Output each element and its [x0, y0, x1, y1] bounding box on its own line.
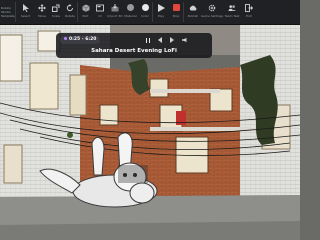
publish-button[interactable]: Publish [184, 0, 202, 24]
stop-icon [172, 3, 181, 12]
brand-line-3: Template [1, 14, 15, 18]
play-icon [157, 3, 166, 12]
color-label: Color [141, 14, 149, 18]
playback-time: 0:25 - 6:20 [60, 36, 101, 44]
pause-icon [146, 37, 150, 43]
settings-icon [208, 3, 217, 12]
game-settings-label: Game Settings [200, 14, 224, 18]
move-tool-button[interactable]: Move [35, 0, 49, 24]
import-3d-button[interactable]: Import 3D [107, 0, 123, 24]
playing-indicator-dot [64, 37, 67, 40]
studio-brand: Roblox Studio Template [0, 0, 15, 24]
part-label: Part [82, 14, 89, 18]
team-test-label: Team Test [224, 14, 240, 18]
play-button[interactable]: Play [153, 0, 169, 24]
rotate-icon [66, 3, 75, 12]
color-icon [141, 3, 150, 12]
ui-label: UI [98, 14, 102, 18]
import-label: Import 3D [107, 14, 123, 18]
game-settings-button[interactable]: Game Settings [200, 0, 224, 24]
team-test-button[interactable]: Team Test [222, 0, 242, 24]
pause-button[interactable] [144, 36, 152, 44]
track-title: Sahara Desert Evening LoFi [91, 48, 177, 54]
studio-toolbar: Roblox Studio Template Select Move Scale… [0, 0, 300, 25]
exit-label: Exit [246, 14, 252, 18]
part-icon [81, 3, 90, 12]
part-button[interactable]: Part [78, 0, 93, 24]
rotate-tool-label: Rotate [65, 14, 75, 18]
scale-icon [52, 3, 61, 12]
next-track-button[interactable] [168, 36, 176, 44]
stop-label: Stop [172, 14, 180, 18]
publish-icon [189, 3, 198, 12]
rotate-tool-button[interactable]: Rotate [63, 0, 77, 24]
previous-icon [158, 37, 162, 43]
ui-button[interactable]: UI [93, 0, 107, 24]
exit-icon [245, 3, 254, 12]
material-icon [126, 3, 135, 12]
next-icon [170, 37, 174, 43]
music-player: 0:25 - 6:20 Sahara Desert Evening LoFi [56, 33, 212, 58]
previous-track-button[interactable] [156, 36, 164, 44]
select-tool-label: Select [20, 14, 31, 18]
cursor-icon [21, 3, 30, 12]
move-icon [38, 3, 47, 12]
color-button[interactable]: Color [138, 0, 152, 24]
playback-time-text: 0:25 - 6:20 [69, 37, 97, 42]
select-tool-button[interactable]: Select [16, 0, 35, 24]
scale-tool-label: Scale [51, 14, 61, 18]
move-tool-label: Move [37, 14, 47, 18]
play-label: Play [157, 14, 165, 18]
material-button[interactable]: Material [123, 0, 138, 24]
team-icon [228, 3, 237, 12]
scale-tool-button[interactable]: Scale [49, 0, 63, 24]
ui-icon [96, 3, 105, 12]
exit-button[interactable]: Exit [242, 0, 256, 24]
volume-button[interactable] [180, 36, 188, 44]
speaker-icon [181, 38, 187, 42]
publish-label: Publish [187, 14, 199, 18]
stop-button[interactable]: Stop [169, 0, 183, 24]
import-icon [111, 3, 120, 12]
material-label: Material [124, 14, 137, 18]
